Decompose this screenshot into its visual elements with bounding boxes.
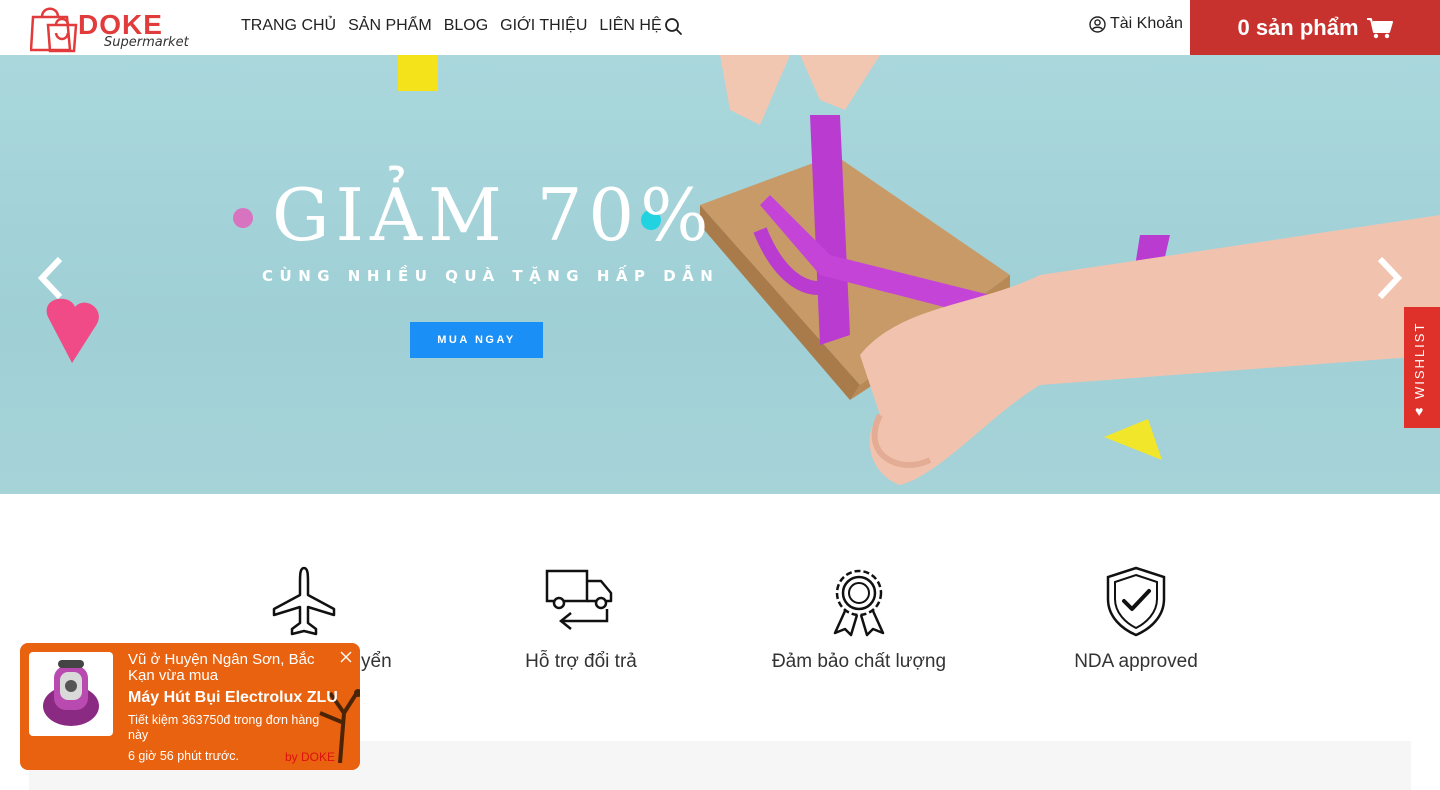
nav-item-about[interactable]: GIỚI THIỆU [500,16,587,36]
nav-item-blog[interactable]: BLOG [444,16,488,36]
feature-nda: NDA approved [997,565,1275,673]
gift-illustration [46,55,1440,485]
buyer-info: Vũ ở Huyện Ngân Sơn, Bắc Kạn vừa mua [128,651,315,684]
logo-subtitle: Supermarket [104,35,189,50]
saving-info: Tiết kiệm 363750đ trong đơn hàng này [128,713,320,742]
award-icon [833,569,885,637]
user-circle-icon [1089,15,1106,33]
close-icon[interactable] [338,649,354,665]
shop-now-button[interactable]: MUA NGAY [410,322,543,358]
cart-button[interactable]: 0 sản phẩm [1190,0,1440,55]
account-link[interactable]: Tài Khoản [1089,15,1183,33]
site-header: DOKE Supermarket TRANG CHỦ SẢN PHẨM BLOG… [0,0,1440,55]
feature-label: Đảm bảo chất lượng [771,651,947,672]
account-label: Tài Khoản [1110,15,1183,32]
product-thumbnail[interactable] [29,652,113,736]
wishlist-tab[interactable]: WISHLIST ♥ [1404,307,1440,428]
shield-check-icon [1106,566,1166,637]
prev-slide-arrow-icon[interactable] [34,255,68,301]
airplane-icon [272,566,336,636]
shopping-bag-logo-icon [30,7,78,53]
heart-icon: ♥ [1415,403,1424,419]
main-nav: TRANG CHỦ SẢN PHẨM BLOG GIỚI THIỆU LIÊN … [241,16,662,36]
purchase-time: 6 giờ 56 phút trước. [128,749,239,763]
feature-returns: Hỗ trợ đổi trả [442,565,720,673]
product-name[interactable]: Máy Hút Bụi Electrolux ZLUX1811 [128,689,338,707]
truck-icon [545,569,613,630]
feature-label: NDA approved [1074,651,1198,672]
next-slide-arrow-icon[interactable] [1372,255,1406,301]
wishlist-label: WISHLIST [1412,321,1427,399]
vacuum-cleaner-image [43,660,99,726]
logo[interactable]: DOKE Supermarket [30,3,200,53]
cart-icon [1366,17,1393,38]
nav-item-home[interactable]: TRANG CHỦ [241,16,336,36]
nav-item-contact[interactable]: LIÊN HỆ [599,16,661,36]
hero-banner: GIẢM 70% CÙNG NHIỀU QUÀ TẶNG HẤP DẪN MUA… [0,55,1440,494]
hero-subtitle: CÙNG NHIỀU QUÀ TẶNG HẤP DẪN [262,267,720,285]
cart-label: 0 sản phẩm [1237,14,1359,40]
feature-quality: Đảm bảo chất lượng [720,565,998,673]
popup-credit: by DOKE [285,750,336,764]
nav-item-products[interactable]: SẢN PHẨM [348,16,432,36]
feature-label: Hỗ trợ đổi trả [525,651,637,672]
search-icon[interactable] [664,17,684,37]
hero-title: GIẢM 70% [272,173,715,257]
recent-purchase-popup[interactable]: Vũ ở Huyện Ngân Sơn, Bắc Kạn vừa mua Máy… [20,643,360,770]
